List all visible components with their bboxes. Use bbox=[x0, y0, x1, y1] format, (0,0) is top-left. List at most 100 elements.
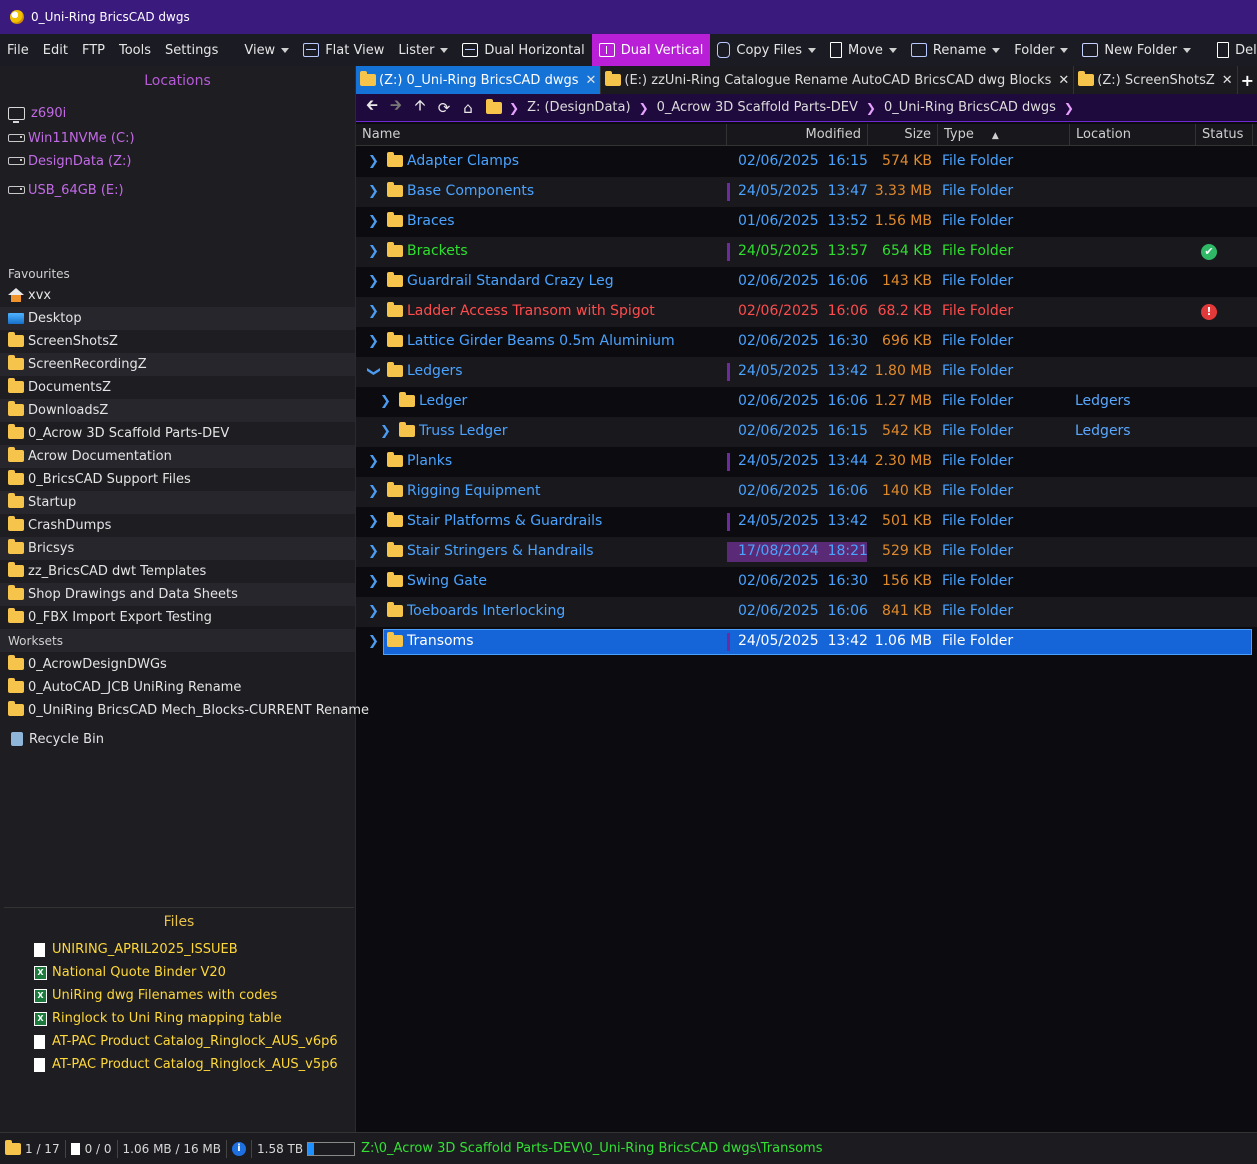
favourite-0-acrow-3d-scaffold-parts-dev[interactable]: 0_Acrow 3D Scaffold Parts-DEV bbox=[8, 423, 229, 443]
favourite-0-bricscad-support-files[interactable]: 0_BricsCAD Support Files bbox=[8, 469, 191, 489]
dual-vertical-button[interactable]: Dual Vertical bbox=[591, 34, 711, 66]
breadcrumb-item[interactable]: Z: (DesignData) bbox=[527, 100, 631, 115]
table-row[interactable]: ❯ Truss Ledger 02/06/2025 16:15 542 KB File … bbox=[356, 417, 1257, 447]
chevron-right-icon[interactable]: ❯ bbox=[368, 514, 379, 529]
file-at-pac-product-catalog-ringlock-aus-v5p6[interactable]: AT-PAC Product Catalog_Ringlock_AUS_v5p6 bbox=[34, 1057, 338, 1072]
breadcrumb-item[interactable]: 0_Acrow 3D Scaffold Parts-DEV bbox=[657, 100, 858, 115]
favourite-bricsys[interactable]: Bricsys bbox=[8, 538, 74, 558]
favourite-zz-bricscad-dwt-templates[interactable]: zz_BricsCAD dwt Templates bbox=[8, 561, 206, 581]
favourite-documentsz[interactable]: DocumentsZ bbox=[8, 377, 111, 397]
favourite-acrow-documentation[interactable]: Acrow Documentation bbox=[8, 446, 172, 466]
chevron-right-icon[interactable]: ❯ bbox=[368, 634, 379, 649]
menu-settings[interactable]: Settings bbox=[158, 34, 225, 66]
table-row[interactable]: ❯ Ledgers 24/05/2025 13:42 1.80 MB File Fold… bbox=[356, 357, 1257, 387]
flat-view-button[interactable]: Flat View bbox=[296, 34, 391, 66]
column-size[interactable]: Size bbox=[868, 124, 938, 146]
folder-button[interactable]: Folder bbox=[1007, 34, 1075, 66]
chevron-right-icon[interactable]: ❯ bbox=[368, 604, 379, 619]
chevron-right-icon[interactable]: ❯ bbox=[368, 274, 379, 289]
table-row[interactable]: ❯ Planks 24/05/2025 13:44 2.30 MB File Folde… bbox=[356, 447, 1257, 477]
location-z-drive[interactable]: DesignData (Z:) bbox=[8, 151, 132, 171]
back-arrow-icon[interactable]: 🡰 bbox=[360, 95, 384, 120]
forward-arrow-icon[interactable]: 🡲 bbox=[384, 95, 408, 120]
chevron-right-icon[interactable]: ❯ bbox=[380, 424, 391, 439]
table-row[interactable]: ❯ Ladder Access Transom with Spigot 02/06/… bbox=[356, 297, 1257, 327]
chevron-right-icon[interactable]: ❯ bbox=[368, 454, 379, 469]
column-location[interactable]: Location bbox=[1070, 124, 1196, 146]
workset-0-acrowdesigndwgs[interactable]: 0_AcrowDesignDWGs bbox=[8, 654, 167, 674]
table-row[interactable]: ❯ Transoms 24/05/2025 13:42 1.06 MB File Fol… bbox=[356, 627, 1257, 657]
menu-tools[interactable]: Tools bbox=[112, 34, 158, 66]
chevron-right-icon[interactable]: ❯ bbox=[368, 244, 379, 259]
breadcrumb-item[interactable]: 0_Uni-Ring BricsCAD dwgs bbox=[884, 100, 1056, 115]
chevron-right-icon[interactable]: ❯ bbox=[368, 334, 379, 349]
favourite-screenshotsz[interactable]: ScreenShotsZ bbox=[8, 331, 118, 351]
chevron-right-icon[interactable]: ❯ bbox=[368, 544, 379, 559]
recycle-bin[interactable]: Recycle Bin bbox=[8, 729, 104, 749]
add-tab-button[interactable]: + bbox=[1238, 66, 1257, 94]
menu-file[interactable]: File bbox=[0, 34, 36, 66]
column-status[interactable]: Status bbox=[1196, 124, 1253, 146]
tab-e-zzuni-ring-catalogue-rename-autocad-bricscad-dwg-blocks[interactable]: (E:) zzUni-Ring Catalogue Rename AutoCAD… bbox=[601, 66, 1075, 94]
lister-button[interactable]: Lister bbox=[391, 34, 455, 66]
table-row[interactable]: ❯ Stair Stringers & Handrails 17/08/2024 1… bbox=[356, 537, 1257, 567]
workset-0-uniring-bricscad-mech-blocks-current-rename[interactable]: 0_UniRing BricsCAD Mech_Blocks-CURRENT R… bbox=[8, 700, 369, 720]
move-button[interactable]: Move bbox=[823, 34, 904, 66]
table-row[interactable]: ❯ Adapter Clamps 02/06/2025 16:15 574 KB Fil… bbox=[356, 147, 1257, 177]
table-row[interactable]: ❯ Toeboards Interlocking 02/06/2025 16:06 8… bbox=[356, 597, 1257, 627]
menu-edit[interactable]: Edit bbox=[36, 34, 75, 66]
favourite-downloadsz[interactable]: DownloadsZ bbox=[8, 400, 108, 420]
dual-horizontal-button[interactable]: Dual Horizontal bbox=[455, 34, 591, 66]
table-row[interactable]: ❯ Rigging Equipment 02/06/2025 16:06 140 KB… bbox=[356, 477, 1257, 507]
favourite-screenrecordingz[interactable]: ScreenRecordingZ bbox=[8, 354, 147, 374]
table-row[interactable]: ❯ Stair Platforms & Guardrails 24/05/2025 … bbox=[356, 507, 1257, 537]
rename-button[interactable]: Rename bbox=[904, 34, 1007, 66]
tab-z-screenshotsz[interactable]: (Z:) ScreenShotsZ ✕ bbox=[1074, 66, 1238, 94]
location-e-drive[interactable]: USB_64GB (E:) bbox=[8, 180, 124, 200]
chevron-right-icon[interactable]: ❯ bbox=[368, 214, 379, 229]
close-icon[interactable]: ✕ bbox=[585, 73, 596, 88]
refresh-icon[interactable]: ⟳ bbox=[432, 99, 456, 117]
table-row[interactable]: ❯ Swing Gate 02/06/2025 16:30 156 KB File Fo… bbox=[356, 567, 1257, 597]
info-icon[interactable]: i bbox=[232, 1141, 246, 1156]
favourite-xvx[interactable]: xvx bbox=[8, 285, 51, 305]
chevron-right-icon[interactable]: ❯ bbox=[368, 484, 379, 499]
file-ringlock-to-uni-ring-mapping-table[interactable]: X Ringlock to Uni Ring mapping table bbox=[34, 1011, 282, 1026]
table-row[interactable]: ❯ Lattice Girder Beams 0.5m Aluminium 02/0… bbox=[356, 327, 1257, 357]
tab-z-0-uni-ring-bricscad-dwgs[interactable]: (Z:) 0_Uni-Ring BricsCAD dwgs ✕ bbox=[356, 66, 602, 94]
chevron-right-icon[interactable]: ❯ bbox=[368, 574, 379, 589]
chevron-right-icon[interactable]: ❯ bbox=[380, 394, 391, 409]
chevron-down-icon[interactable]: ❯ bbox=[366, 366, 381, 377]
view-button[interactable]: View bbox=[237, 34, 296, 66]
menu-ftp[interactable]: FTP bbox=[75, 34, 112, 66]
file-uniring-dwg-filenames-with-codes[interactable]: X UniRing dwg Filenames with codes bbox=[34, 988, 277, 1003]
table-row[interactable]: ❯ Brackets 24/05/2025 13:57 654 KB File Fold… bbox=[356, 237, 1257, 267]
location-c-drive[interactable]: Win11NVMe (C:) bbox=[8, 128, 135, 148]
table-row[interactable]: ❯ Base Components 24/05/2025 13:47 3.33 MB F… bbox=[356, 177, 1257, 207]
favourite-desktop[interactable]: Desktop bbox=[8, 308, 82, 328]
favourite-startup[interactable]: Startup bbox=[8, 492, 76, 512]
favourite-0-fbx-import-export-testing[interactable]: 0_FBX Import Export Testing bbox=[8, 607, 212, 627]
chevron-right-icon[interactable]: ❯ bbox=[368, 154, 379, 169]
home-nav-icon[interactable]: ⌂ bbox=[456, 99, 480, 117]
file-at-pac-product-catalog-ringlock-aus-v6p6[interactable]: AT-PAC Product Catalog_Ringlock_AUS_v6p6 bbox=[34, 1034, 338, 1049]
location-z690i[interactable]: z690i bbox=[8, 103, 66, 123]
table-row[interactable]: ❯ Braces 01/06/2025 13:52 1.56 MB File Folde… bbox=[356, 207, 1257, 237]
chevron-right-icon[interactable]: ❯ bbox=[368, 304, 379, 319]
copy-files-button[interactable]: Copy Files bbox=[710, 34, 823, 66]
up-arrow-icon[interactable]: 🡩 bbox=[408, 95, 432, 120]
close-icon[interactable]: ✕ bbox=[1058, 73, 1069, 88]
delete-button[interactable]: Del bbox=[1210, 34, 1257, 66]
table-row[interactable]: ❯ Ledger 02/06/2025 16:06 1.27 MB File Folde… bbox=[356, 387, 1257, 417]
chevron-right-icon[interactable]: ❯ bbox=[368, 184, 379, 199]
close-icon[interactable]: ✕ bbox=[1222, 73, 1233, 88]
table-row[interactable]: ❯ Guardrail Standard Crazy Leg 02/06/2025 … bbox=[356, 267, 1257, 297]
favourite-crashdumps[interactable]: CrashDumps bbox=[8, 515, 111, 535]
file-uniring-april2025-issueb[interactable]: UNIRING_APRIL2025_ISSUEB bbox=[34, 942, 238, 957]
new-folder-button[interactable]: New Folder bbox=[1075, 34, 1198, 66]
favourite-shop-drawings-and-data-sheets[interactable]: Shop Drawings and Data Sheets bbox=[8, 584, 238, 604]
column-type[interactable]: Type ▲ bbox=[938, 124, 1070, 146]
file-national-quote-binder-v20[interactable]: X National Quote Binder V20 bbox=[34, 965, 226, 980]
column-name[interactable]: Name bbox=[356, 124, 727, 146]
workset-0-autocad-jcb-uniring-rename[interactable]: 0_AutoCAD_JCB UniRing Rename bbox=[8, 677, 241, 697]
